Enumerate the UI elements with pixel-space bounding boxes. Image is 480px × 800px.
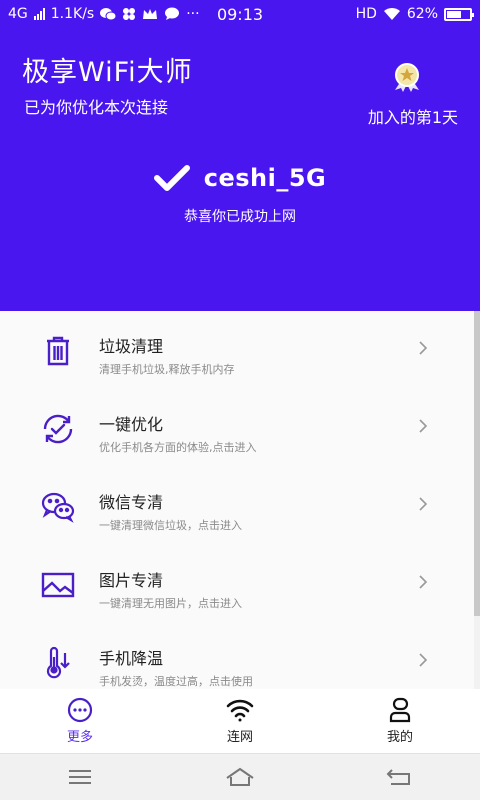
crown-notification-icon bbox=[143, 9, 158, 19]
chevron-right-icon bbox=[419, 653, 428, 667]
item-title: 微信专清 bbox=[99, 493, 164, 512]
message-notification-icon bbox=[165, 7, 180, 20]
tab-more[interactable]: 更多 bbox=[0, 689, 160, 753]
wechat-icon bbox=[41, 492, 75, 523]
network-speed: 1.1K/s bbox=[50, 6, 95, 22]
list-item-phone-cooling[interactable]: 手机降温 手机发烫，温度过高，点击使用 bbox=[0, 623, 474, 689]
item-title: 手机降温 bbox=[99, 649, 164, 668]
list-item-trash-clean[interactable]: 垃圾清理 清理手机垃圾,释放手机内存 bbox=[0, 311, 474, 389]
item-description: 手机发烫，温度过高，点击使用 bbox=[99, 675, 253, 688]
trash-icon bbox=[47, 336, 69, 366]
tab-label: 我的 bbox=[386, 730, 413, 745]
tab-mine[interactable]: 我的 bbox=[320, 689, 480, 753]
app-subtitle: 已为你优化本次连接 bbox=[24, 98, 169, 117]
network-type: 4G bbox=[8, 6, 28, 22]
chevron-right-icon bbox=[419, 341, 428, 355]
pinwheel-notification-icon bbox=[123, 8, 136, 20]
app-title: 极享WiFi大师 bbox=[22, 57, 193, 88]
item-description: 一键清理无用图片，点击进入 bbox=[99, 597, 242, 610]
bottom-tab-bar: 更多 连网 我的 bbox=[0, 689, 480, 753]
back-icon[interactable] bbox=[385, 766, 415, 788]
chevron-right-icon bbox=[419, 419, 428, 433]
list-item-one-key-optimize[interactable]: 一键优化 优化手机各方面的体验,点击进入 bbox=[0, 389, 474, 467]
wifi-icon bbox=[226, 699, 254, 722]
optimize-icon bbox=[43, 414, 73, 444]
connection-info: ceshi_5G bbox=[0, 164, 480, 192]
thermometer-icon bbox=[46, 646, 70, 679]
image-icon bbox=[41, 572, 75, 598]
tab-connect[interactable]: 连网 bbox=[160, 689, 320, 753]
connection-status: 恭喜你已成功上网 bbox=[184, 209, 296, 225]
battery-icon bbox=[444, 7, 474, 21]
signal-icon bbox=[33, 8, 45, 20]
clock: 09:13 bbox=[216, 4, 264, 24]
wifi-ssid: ceshi_5G bbox=[203, 164, 327, 192]
check-icon bbox=[153, 165, 190, 191]
chevron-right-icon bbox=[419, 497, 428, 511]
item-description: 一键清理微信垃圾，点击进入 bbox=[99, 519, 242, 532]
joined-days: 加入的第1天 bbox=[367, 108, 458, 127]
more-notifications: ··· bbox=[186, 6, 200, 22]
list-item-wechat-clean[interactable]: 微信专清 一键清理微信垃圾，点击进入 bbox=[0, 467, 474, 545]
item-description: 清理手机垃圾,释放手机内存 bbox=[99, 363, 235, 376]
wifi-status-icon bbox=[383, 7, 400, 20]
feature-list: 垃圾清理 清理手机垃圾,释放手机内存 一键优化 优化手机各方面的体验,点击进入 … bbox=[0, 311, 474, 689]
hd-indicator: HD bbox=[355, 6, 377, 22]
user-icon bbox=[389, 697, 411, 723]
chevron-right-icon bbox=[419, 575, 428, 589]
list-item-image-clean[interactable]: 图片专清 一键清理无用图片，点击进入 bbox=[0, 545, 474, 623]
menu-icon[interactable] bbox=[65, 766, 95, 788]
home-icon[interactable] bbox=[225, 766, 255, 788]
tab-label: 连网 bbox=[226, 730, 253, 745]
battery-percent: 62% bbox=[406, 6, 438, 22]
item-title: 垃圾清理 bbox=[99, 337, 164, 356]
tab-label: 更多 bbox=[66, 730, 93, 745]
system-nav-bar bbox=[0, 753, 480, 800]
header-panel: 4G 1.1K/s ··· 09:13 HD 62% 极享WiFi大师 已为你优… bbox=[0, 0, 480, 311]
scrollbar[interactable] bbox=[474, 311, 480, 616]
wechat-notification-icon bbox=[100, 8, 117, 21]
item-description: 优化手机各方面的体验,点击进入 bbox=[99, 441, 257, 454]
status-bar: 4G 1.1K/s ··· 09:13 HD 62% bbox=[0, 0, 480, 28]
item-title: 图片专清 bbox=[99, 571, 164, 590]
more-icon bbox=[67, 697, 93, 723]
medal-icon[interactable] bbox=[392, 62, 422, 92]
item-title: 一键优化 bbox=[99, 415, 164, 434]
